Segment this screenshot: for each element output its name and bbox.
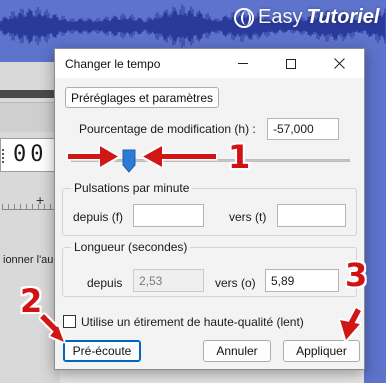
arrow-to-preview-icon [40,314,64,342]
annotation-arrows [40,146,361,342]
arrow-left-to-slider-icon [143,146,216,167]
arrow-right-to-slider-icon [68,146,118,167]
annotation-number-2: 2 [20,282,43,320]
annotation-number-1: 1 [228,138,251,176]
arrow-to-apply-icon [340,308,361,340]
annotation-number-3: 3 [345,256,368,294]
